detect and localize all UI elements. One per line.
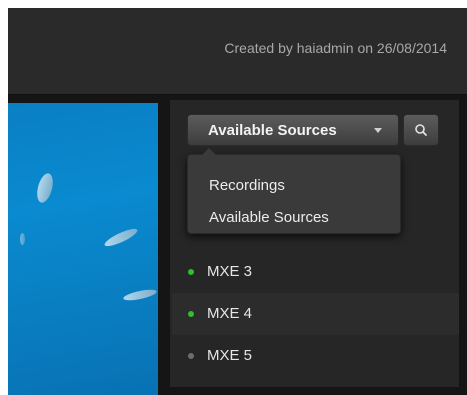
source-label: MXE 3: [207, 263, 253, 280]
search-button[interactable]: [403, 114, 439, 146]
video-preview[interactable]: [8, 103, 158, 395]
fish-4: [20, 233, 25, 245]
status-dot-icon: [188, 311, 194, 317]
header-bar: Created by haiadmin on 26/08/2014: [8, 8, 467, 94]
source-filter-label: Available Sources: [208, 121, 337, 139]
menu-pointer: [202, 148, 216, 155]
fish-2: [102, 225, 140, 250]
header-divider: [8, 94, 467, 95]
source-label: MXE 4: [207, 305, 253, 322]
status-dot-icon: [188, 353, 194, 359]
list-item[interactable]: MXE 4: [172, 293, 459, 335]
status-dot-icon: [188, 269, 194, 275]
menu-item-available-sources[interactable]: Available Sources: [209, 209, 329, 226]
source-label: MXE 5: [207, 347, 253, 364]
created-info: Created by haiadmin on 26/08/2014: [224, 40, 447, 56]
fish-1: [34, 171, 56, 205]
source-filter-menu: Recordings Available Sources: [187, 148, 401, 234]
menu-item-recordings[interactable]: Recordings: [209, 177, 285, 194]
caret-down-icon: [374, 128, 382, 133]
source-filter-dropdown[interactable]: Available Sources: [187, 114, 399, 146]
fish-3: [122, 287, 158, 303]
list-item[interactable]: MXE 5: [172, 335, 459, 377]
list-item[interactable]: MXE 3: [172, 251, 459, 293]
search-icon: [415, 124, 427, 136]
